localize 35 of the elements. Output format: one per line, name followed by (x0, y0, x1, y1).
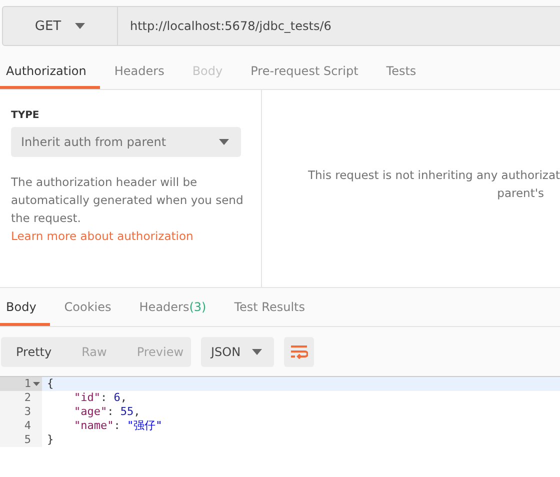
wrap-button[interactable] (284, 337, 314, 367)
view-mode-button[interactable]: Preview (122, 337, 199, 367)
code-line: } (46, 433, 54, 447)
caret-icon (219, 139, 229, 145)
request-tab[interactable]: Tests (380, 56, 430, 89)
auth-message: parent's (497, 185, 545, 202)
url-field[interactable]: http://localhost:5678/jdbc_tests/6 (118, 6, 560, 46)
line-number: 3 (24, 405, 31, 419)
response-tab[interactable]: Headers(3) (133, 290, 220, 326)
response-tab[interactable]: Body (0, 290, 50, 326)
caret-icon (75, 23, 86, 29)
code-line: "id": 6, (73, 391, 127, 405)
code-line: { (46, 377, 54, 391)
auth-type-dropdown[interactable]: Inherit auth from parent (11, 127, 241, 157)
line-number: 1 (24, 377, 31, 391)
auth-message: This request is not inheriting any authorizat (308, 167, 560, 184)
code-line: "name": "强仔" (73, 419, 162, 433)
learn-more-link[interactable]: Learn more about authorization (11, 229, 194, 243)
caret-icon (252, 349, 262, 355)
request-tab[interactable]: Headers (108, 56, 178, 89)
request-tab[interactable]: Pre-request Script (244, 56, 372, 89)
type-label: TYPE (11, 110, 40, 121)
line-number: 2 (24, 391, 31, 405)
response-tab[interactable]: Cookies (58, 290, 126, 326)
code-line: "age": 55, (73, 405, 140, 419)
line-number: 4 (24, 419, 31, 433)
fold-caret-icon[interactable] (32, 382, 40, 386)
method-dropdown[interactable]: GET (2, 6, 118, 46)
wrap-lines-icon (290, 345, 308, 359)
auth-description: The authorization header will be automatically generated when you send the request. Learn more about authorization (11, 174, 244, 245)
view-mode-button[interactable]: Raw (66, 337, 122, 367)
response-tab[interactable]: Test Results (228, 290, 320, 326)
line-number: 5 (24, 433, 31, 447)
view-mode-button[interactable]: Pretty (1, 337, 67, 367)
format-dropdown[interactable]: JSON (201, 337, 274, 367)
